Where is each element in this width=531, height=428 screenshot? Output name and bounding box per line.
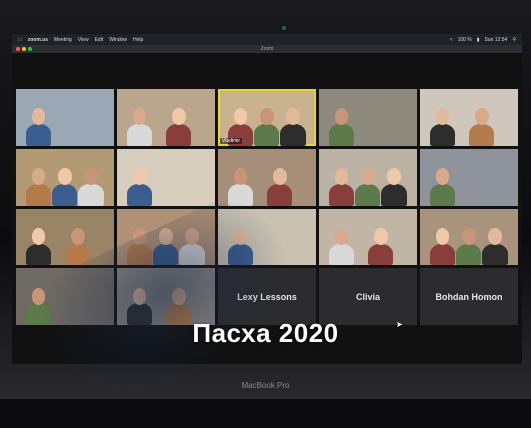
laptop-frame:  zoom.us Meeting View Edit Window Help …: [0, 0, 531, 428]
person-head: [132, 168, 147, 186]
person-head: [57, 168, 72, 186]
person-figure: [126, 183, 153, 206]
person-head: [233, 168, 248, 186]
person-figure: [253, 124, 280, 146]
battery-text: 100 %: [457, 36, 472, 43]
person-head: [435, 168, 450, 186]
participant-video: [16, 89, 114, 146]
search-icon[interactable]: ⚲: [512, 37, 516, 43]
person-figure: [368, 243, 394, 266]
clock[interactable]: Sun 12:54: [485, 37, 508, 43]
person-head: [360, 168, 375, 186]
person-head: [474, 108, 489, 126]
person-head: [373, 227, 388, 245]
person-figure: [25, 124, 52, 146]
person-head: [31, 168, 46, 186]
person-head: [386, 168, 401, 186]
person-head: [83, 168, 98, 186]
participant-name-tag: Vladimir: [220, 137, 243, 144]
participant-tile[interactable]: [16, 148, 114, 206]
person-figure: [328, 124, 355, 146]
participant-tile[interactable]: [117, 89, 215, 146]
menu-window[interactable]: Window: [109, 37, 127, 43]
close-button[interactable]: [16, 47, 20, 51]
person-figure: [166, 124, 192, 146]
device-label: MacBook Pro: [241, 381, 290, 390]
menu-meeting[interactable]: Meeting: [54, 37, 72, 43]
wifi-icon[interactable]: ≈: [450, 37, 453, 43]
person-head: [259, 108, 274, 126]
person-head: [461, 227, 476, 245]
caption-overlay: Пасха 2020: [192, 318, 339, 348]
person-head: [334, 227, 349, 245]
menu-app-name[interactable]: zoom.us: [28, 37, 48, 43]
participant-tile[interactable]: [319, 89, 417, 146]
menu-edit[interactable]: Edit: [95, 37, 104, 43]
person-figure: [455, 243, 482, 266]
person-figure: [25, 183, 52, 206]
participant-name-label: Clivia: [355, 291, 380, 302]
participant-tile[interactable]: Bohdan Homon: [420, 268, 518, 325]
minimize-button[interactable]: [22, 47, 26, 51]
person-head: [233, 108, 248, 126]
participant-tile[interactable]: [420, 89, 518, 146]
person-figure: [482, 243, 508, 266]
participant-video: [420, 149, 518, 206]
person-figure: [328, 243, 355, 266]
person-figure: [469, 124, 495, 146]
menu-view[interactable]: View: [78, 37, 89, 43]
participant-video: [420, 209, 518, 266]
person-head: [435, 108, 450, 126]
window-title: Zoom: [260, 46, 274, 52]
person-head: [31, 227, 46, 245]
participant-tile[interactable]: [420, 208, 518, 266]
person-figure: [126, 124, 153, 146]
person-head: [285, 108, 300, 126]
person-figure: [429, 243, 456, 266]
person-figure: [78, 183, 104, 206]
menu-help[interactable]: Help: [133, 37, 143, 43]
participant-video: [16, 149, 114, 206]
person-head: [272, 168, 287, 186]
window-controls: [16, 47, 32, 51]
person-figure: [429, 183, 456, 206]
person-figure: [267, 183, 293, 206]
participant-video: [117, 149, 215, 206]
person-head: [334, 108, 349, 126]
person-figure: [328, 183, 355, 206]
person-head: [334, 168, 349, 186]
person-figure: [354, 183, 381, 206]
person-head: [31, 108, 46, 126]
apple-icon[interactable]: : [18, 37, 22, 43]
person-figure: [25, 243, 52, 266]
person-head: [435, 227, 450, 245]
participant-tile[interactable]: Vladimir: [218, 89, 316, 146]
participant-video: [420, 89, 518, 146]
participant-tile[interactable]: [16, 89, 114, 146]
battery-icon[interactable]: ▮: [477, 37, 480, 43]
mac-menubar:  zoom.us Meeting View Edit Window Help …: [12, 34, 522, 45]
participant-tile[interactable]: Clivia: [319, 268, 417, 325]
participant-tile[interactable]: [319, 208, 417, 266]
participant-tile[interactable]: [420, 148, 518, 206]
zoom-titlebar: Zoom: [12, 45, 522, 53]
person-figure: [280, 124, 306, 146]
participant-video: [319, 89, 417, 146]
participant-video: [117, 89, 215, 146]
person-head: [132, 108, 147, 126]
participant-video: [319, 209, 417, 266]
participant-name-label: Bohdan Homon: [435, 291, 503, 302]
participant-tile[interactable]: [319, 148, 417, 206]
person-figure: [429, 124, 456, 146]
person-head: [70, 227, 85, 245]
zoom-button[interactable]: [28, 47, 32, 51]
webcam-indicator: [282, 26, 286, 30]
person-head: [171, 108, 186, 126]
participant-video: [319, 149, 417, 206]
person-figure: [51, 183, 78, 206]
person-figure: [381, 183, 407, 206]
person-head: [487, 227, 502, 245]
participant-tile[interactable]: [117, 148, 215, 206]
